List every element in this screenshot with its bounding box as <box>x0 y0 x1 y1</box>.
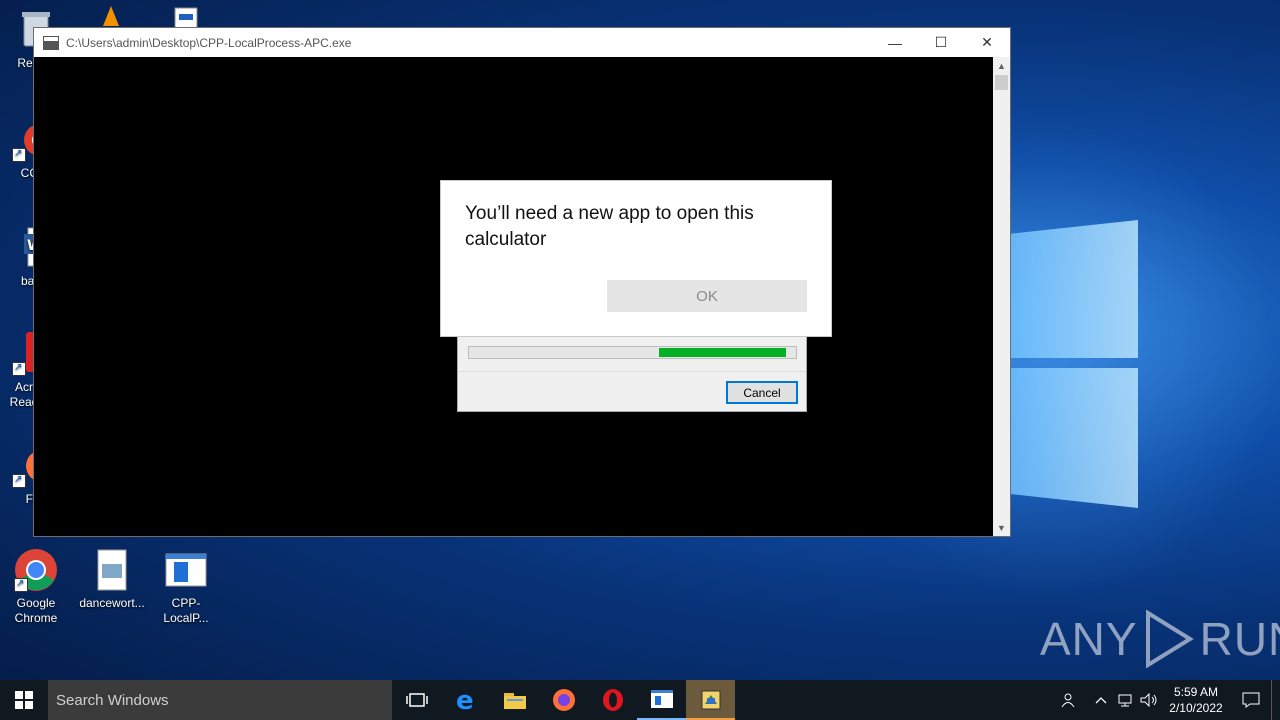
image-file-icon <box>90 548 134 592</box>
console-app-icon <box>43 35 59 50</box>
message-dialog: You’ll need a new app to open this calcu… <box>440 180 832 337</box>
clock-date: 2/10/2022 <box>1169 701 1223 715</box>
desktop-icon-label: dancewort... <box>79 596 145 610</box>
vertical-scrollbar[interactable]: ▲ ▼ <box>993 57 1010 536</box>
clock-time: 5:59 AM <box>1173 685 1219 699</box>
show-desktop-button[interactable] <box>1271 680 1280 720</box>
chrome-icon <box>14 548 58 592</box>
window-title: C:\Users\admin\Desktop\CPP-LocalProcess-… <box>66 35 352 50</box>
application-window-icon <box>650 690 673 708</box>
application-window-icon <box>164 548 208 592</box>
folder-icon <box>503 693 526 709</box>
people-icon[interactable] <box>1055 680 1079 720</box>
windows-start-icon <box>15 691 33 709</box>
taskbar: Search Windows e 5:59 AM 2/10/2022 <box>0 680 1280 720</box>
taskbar-file-explorer[interactable] <box>490 680 539 720</box>
maximize-button[interactable]: ☐ <box>918 28 964 57</box>
desktop-icon-cpp-localprocess[interactable]: CPP-LocalP... <box>150 548 222 626</box>
network-icon[interactable] <box>1113 680 1137 720</box>
scrollbar-thumb[interactable] <box>995 75 1008 90</box>
wallpaper-windows-logo <box>1010 200 1140 520</box>
desktop-icon-dancewort[interactable]: dancewort... <box>76 548 148 611</box>
close-button[interactable]: ✕ <box>964 28 1010 57</box>
ok-button[interactable]: OK <box>607 280 807 312</box>
anyrun-watermark: ANY RUN <box>1040 610 1280 668</box>
cancel-button[interactable]: Cancel <box>726 381 798 404</box>
taskbar-edge[interactable]: e <box>441 680 490 720</box>
watermark-left: ANY <box>1040 613 1138 665</box>
scroll-down-icon[interactable]: ▼ <box>993 519 1010 536</box>
window-titlebar[interactable]: C:\Users\admin\Desktop\CPP-LocalProcess-… <box>34 28 1010 57</box>
scroll-up-icon[interactable]: ▲ <box>993 57 1010 74</box>
watermark-right: RUN <box>1199 613 1280 665</box>
dialog-message: You’ll need a new app to open this calcu… <box>465 203 754 250</box>
svg-text:e: e <box>456 688 474 712</box>
desktop-icon-label: Google Chrome <box>14 596 58 625</box>
taskbar-firefox[interactable] <box>539 680 588 720</box>
task-view-button[interactable] <box>392 680 441 720</box>
desktop-icon-google-chrome[interactable]: Google Chrome <box>0 548 72 626</box>
desktop-icon-label: CPP-LocalP... <box>163 596 209 625</box>
progress-dialog: Cancel <box>457 335 807 412</box>
opera-icon <box>602 689 623 711</box>
minimize-button[interactable]: — <box>872 28 918 57</box>
progress-bar <box>468 346 797 359</box>
edge-icon: e <box>456 688 474 712</box>
volume-icon[interactable] <box>1137 680 1161 720</box>
taskbar-search-box[interactable]: Search Windows <box>48 680 392 720</box>
taskbar-clock[interactable]: 5:59 AM 2/10/2022 <box>1161 684 1231 716</box>
start-button[interactable] <box>0 680 48 720</box>
taskbar-cpp-app[interactable] <box>637 680 686 720</box>
chevron-up-icon[interactable] <box>1089 680 1113 720</box>
firefox-icon <box>552 689 575 711</box>
taskbar-active-app[interactable] <box>686 680 735 720</box>
certificate-app-icon <box>701 690 720 710</box>
dialog-divider <box>458 371 806 372</box>
system-tray: 5:59 AM 2/10/2022 <box>1055 680 1280 720</box>
progress-bar-fill <box>658 348 787 357</box>
play-icon <box>1145 610 1194 668</box>
taskbar-opera[interactable] <box>588 680 637 720</box>
task-view-icon <box>405 693 428 707</box>
action-center-icon[interactable] <box>1231 680 1271 720</box>
